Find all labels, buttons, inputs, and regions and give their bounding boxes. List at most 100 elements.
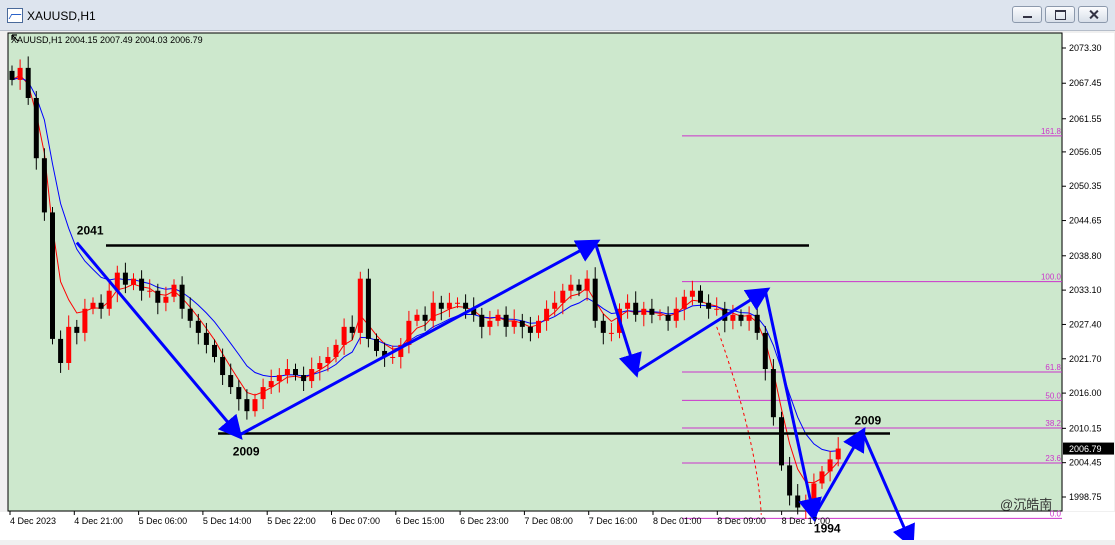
candle-body: [819, 471, 825, 484]
candle-body: [244, 399, 250, 412]
minimize-button[interactable]: [1012, 6, 1042, 23]
candle-body: [220, 356, 226, 376]
candle-body: [544, 308, 550, 321]
price-chart[interactable]: 161.8100.061.850.038.223.60.0 2041200919…: [0, 31, 1115, 545]
candle-body: [463, 302, 469, 309]
candle-body: [90, 302, 96, 309]
candle-body: [163, 296, 169, 303]
candle-body: [633, 302, 639, 315]
candle-body: [333, 344, 339, 357]
candle-body: [584, 278, 590, 291]
y-tick-label: 2067.45: [1069, 78, 1102, 88]
candle-body: [276, 375, 282, 382]
candle-body: [374, 338, 379, 351]
candle-body: [106, 290, 112, 309]
candle-body: [9, 70, 15, 80]
candle-body: [560, 290, 566, 303]
candle-body: [155, 290, 161, 303]
candle-body: [835, 448, 841, 460]
chart-area[interactable]: 161.8 100.0 61.8 50.0 38.2 23.6 0.0 2041 2009 19…: [0, 31, 1115, 545]
candle-body: [519, 320, 525, 327]
chart-window-icon: [7, 8, 23, 23]
candle-body: [536, 320, 541, 333]
y-tick-label: 2073.30: [1069, 43, 1102, 53]
x-tick-label: 8 Dec 17:00: [782, 516, 831, 526]
candle-body: [195, 320, 201, 333]
maximize-button[interactable]: [1045, 6, 1075, 23]
candle-body: [681, 296, 687, 309]
candle-body: [179, 284, 185, 309]
x-tick-label: 5 Dec 06:00: [139, 516, 188, 526]
y-tick-label: 2016.00: [1069, 388, 1102, 398]
plot-background: [7, 32, 1063, 512]
candle-body: [268, 381, 274, 388]
candle-body: [608, 332, 614, 334]
candle-body: [66, 326, 72, 363]
candle-body: [365, 278, 371, 339]
candle-body: [139, 278, 145, 291]
fibo-level-label: 100.0: [1041, 273, 1062, 282]
watermark: @沉皓南: [1000, 497, 1052, 512]
candle-body: [641, 308, 647, 315]
y-tick-label: 2038.80: [1069, 251, 1102, 261]
candle-body: [714, 308, 720, 310]
x-tick-label: 7 Dec 08:00: [524, 516, 573, 526]
fibo-level-label: 23.6: [1045, 454, 1061, 463]
candle-body: [357, 278, 363, 333]
candle-body: [576, 284, 582, 291]
candle-body: [625, 302, 631, 309]
x-tick-label: 6 Dec 23:00: [460, 516, 509, 526]
candle-body: [552, 302, 558, 309]
y-tick-label: 2044.65: [1069, 216, 1102, 226]
x-tick-label: 6 Dec 07:00: [332, 516, 381, 526]
candle-body: [827, 459, 833, 472]
candle-body: [438, 302, 444, 309]
candle-body: [649, 308, 655, 315]
x-tick-label: 5 Dec 22:00: [267, 516, 316, 526]
candle-body: [25, 67, 31, 98]
candle-body: [479, 314, 485, 327]
candle-body: [738, 314, 744, 321]
candle-body: [187, 308, 193, 321]
candle-body: [698, 290, 703, 303]
candle-body: [317, 362, 323, 370]
candle-body: [341, 326, 347, 345]
x-tick-label: 8 Dec 01:00: [653, 516, 702, 526]
candle-body: [212, 344, 217, 357]
close-button[interactable]: [1078, 6, 1108, 23]
candle-body: [58, 338, 64, 363]
candle-body: [293, 369, 298, 376]
candle-body: [171, 284, 177, 297]
ohlc-header: XAUUSD,H1 2004.15 2007.49 2004.03 2006.7…: [11, 35, 203, 45]
fibo-level-label: 50.0: [1045, 391, 1061, 400]
candle-body: [455, 302, 460, 304]
current-price-label: 2006.79: [1069, 444, 1102, 454]
price-point-label: 2041: [77, 224, 104, 238]
y-tick-label: 2010.15: [1069, 423, 1102, 433]
candle-body: [706, 302, 712, 309]
window-titlebar: XAUUSD,H1: [0, 0, 1115, 31]
x-tick-label: 8 Dec 09:00: [717, 516, 766, 526]
candle-body: [349, 326, 355, 333]
fibo-level-label: 38.2: [1045, 419, 1061, 428]
x-tick-label: 4 Dec 21:00: [74, 516, 123, 526]
fibo-level-label: 61.8: [1045, 363, 1061, 372]
y-tick-label: 2050.35: [1069, 181, 1102, 191]
candle-body: [284, 369, 290, 376]
y-tick-label: 1998.75: [1069, 492, 1102, 502]
candle-body: [689, 290, 695, 297]
candle-body: [414, 314, 420, 321]
candle-body: [309, 369, 315, 382]
candle-body: [33, 97, 39, 159]
window-title: XAUUSD,H1: [27, 9, 96, 23]
price-axis-panel: [1063, 33, 1114, 511]
candle-body: [228, 375, 234, 388]
candle-body: [325, 356, 331, 363]
candle-body: [487, 320, 493, 327]
candle-body: [779, 417, 784, 466]
candle-body: [592, 278, 598, 321]
candle-body: [50, 212, 55, 339]
candle-body: [746, 314, 752, 321]
x-tick-label: 4 Dec 2023: [10, 516, 56, 526]
candle-body: [236, 387, 242, 400]
